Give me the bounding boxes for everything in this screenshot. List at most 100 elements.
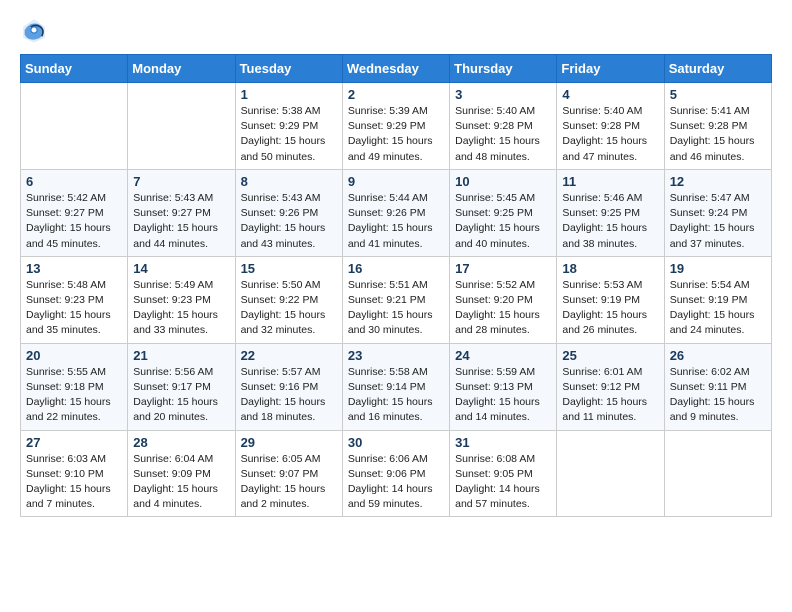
day-info: Sunrise: 6:06 AM Sunset: 9:06 PM Dayligh…	[348, 452, 444, 513]
day-number: 12	[670, 174, 766, 189]
day-number: 22	[241, 348, 337, 363]
calendar-cell: 31 Sunrise: 6:08 AM Sunset: 9:05 PM Dayli…	[450, 430, 557, 517]
day-number: 20	[26, 348, 122, 363]
day-number: 28	[133, 435, 229, 450]
calendar-week-row: 1 Sunrise: 5:38 AM Sunset: 9:29 PM Daylig…	[21, 83, 772, 170]
calendar-cell: 11Sunrise: 5:46 AM Sunset: 9:25 PM Dayli…	[557, 169, 664, 256]
day-number: 18	[562, 261, 658, 276]
calendar-cell: 17 Sunrise: 5:52 AM Sunset: 9:20 PM Dayli…	[450, 256, 557, 343]
calendar-cell: 25 Sunrise: 6:01 AM Sunset: 9:12 PM Dayli…	[557, 343, 664, 430]
calendar-cell: 24 Sunrise: 5:59 AM Sunset: 9:13 PM Dayli…	[450, 343, 557, 430]
calendar-table: SundayMondayTuesdayWednesdayThursdayFrid…	[20, 54, 772, 517]
day-info: Sunrise: 5:40 AM Sunset: 9:28 PM Dayligh…	[455, 104, 551, 165]
day-header-monday: Monday	[128, 55, 235, 83]
day-number: 13	[26, 261, 122, 276]
calendar-cell: 2Sunrise: 5:39 AM Sunset: 9:29 PM Daylig…	[342, 83, 449, 170]
day-number: 31	[455, 435, 551, 450]
day-info: Sunrise: 5:58 AM Sunset: 9:14 PM Dayligh…	[348, 365, 444, 426]
day-info: Sunrise: 5:45 AM Sunset: 9:25 PM Dayligh…	[455, 191, 551, 252]
calendar-cell: 18 Sunrise: 5:53 AM Sunset: 9:19 PM Dayli…	[557, 256, 664, 343]
day-info: Sunrise: 5:51 AM Sunset: 9:21 PM Dayligh…	[348, 278, 444, 339]
calendar-cell: 9 Sunrise: 5:44 AM Sunset: 9:26 PM Daylig…	[342, 169, 449, 256]
day-number: 30	[348, 435, 444, 450]
calendar-cell: 28 Sunrise: 6:04 AM Sunset: 9:09 PM Dayli…	[128, 430, 235, 517]
calendar-cell	[21, 83, 128, 170]
day-number: 1	[241, 87, 337, 102]
day-number: 4	[562, 87, 658, 102]
calendar-cell: 13 Sunrise: 5:48 AM Sunset: 9:23 PM Dayli…	[21, 256, 128, 343]
day-info: Sunrise: 6:01 AM Sunset: 9:12 PM Dayligh…	[562, 365, 658, 426]
calendar-cell: 6Sunrise: 5:42 AM Sunset: 9:27 PM Daylig…	[21, 169, 128, 256]
day-info: Sunrise: 5:52 AM Sunset: 9:20 PM Dayligh…	[455, 278, 551, 339]
calendar-cell: 8 Sunrise: 5:43 AM Sunset: 9:26 PM Daylig…	[235, 169, 342, 256]
calendar-cell: 4 Sunrise: 5:40 AM Sunset: 9:28 PM Daylig…	[557, 83, 664, 170]
day-header-thursday: Thursday	[450, 55, 557, 83]
day-info: Sunrise: 5:48 AM Sunset: 9:23 PM Dayligh…	[26, 278, 122, 339]
day-number: 24	[455, 348, 551, 363]
day-number: 19	[670, 261, 766, 276]
calendar-cell: 12 Sunrise: 5:47 AM Sunset: 9:24 PM Dayli…	[664, 169, 771, 256]
day-number: 21	[133, 348, 229, 363]
day-info: Sunrise: 5:43 AM Sunset: 9:27 PM Dayligh…	[133, 191, 229, 252]
day-header-saturday: Saturday	[664, 55, 771, 83]
day-info: Sunrise: 5:42 AM Sunset: 9:27 PM Dayligh…	[26, 191, 122, 252]
day-info: Sunrise: 5:59 AM Sunset: 9:13 PM Dayligh…	[455, 365, 551, 426]
day-info: Sunrise: 5:57 AM Sunset: 9:16 PM Dayligh…	[241, 365, 337, 426]
day-header-sunday: Sunday	[21, 55, 128, 83]
calendar-cell: 3 Sunrise: 5:40 AM Sunset: 9:28 PM Daylig…	[450, 83, 557, 170]
day-number: 10	[455, 174, 551, 189]
day-info: Sunrise: 5:55 AM Sunset: 9:18 PM Dayligh…	[26, 365, 122, 426]
page: SundayMondayTuesdayWednesdayThursdayFrid…	[0, 0, 792, 612]
day-number: 9	[348, 174, 444, 189]
calendar-cell: 20 Sunrise: 5:55 AM Sunset: 9:18 PM Dayli…	[21, 343, 128, 430]
calendar-header-row: SundayMondayTuesdayWednesdayThursdayFrid…	[21, 55, 772, 83]
day-info: Sunrise: 5:50 AM Sunset: 9:22 PM Dayligh…	[241, 278, 337, 339]
day-header-tuesday: Tuesday	[235, 55, 342, 83]
day-info: Sunrise: 6:05 AM Sunset: 9:07 PM Dayligh…	[241, 452, 337, 513]
calendar-cell: 14Sunrise: 5:49 AM Sunset: 9:23 PM Dayli…	[128, 256, 235, 343]
calendar-week-row: 20 Sunrise: 5:55 AM Sunset: 9:18 PM Dayli…	[21, 343, 772, 430]
calendar-cell: 30 Sunrise: 6:06 AM Sunset: 9:06 PM Dayli…	[342, 430, 449, 517]
day-number: 16	[348, 261, 444, 276]
day-number: 26	[670, 348, 766, 363]
logo	[20, 16, 52, 44]
day-info: Sunrise: 6:08 AM Sunset: 9:05 PM Dayligh…	[455, 452, 551, 513]
day-number: 15	[241, 261, 337, 276]
calendar-week-row: 13 Sunrise: 5:48 AM Sunset: 9:23 PM Dayli…	[21, 256, 772, 343]
day-header-friday: Friday	[557, 55, 664, 83]
day-info: Sunrise: 5:40 AM Sunset: 9:28 PM Dayligh…	[562, 104, 658, 165]
calendar-cell: 19Sunrise: 5:54 AM Sunset: 9:19 PM Dayli…	[664, 256, 771, 343]
day-info: Sunrise: 5:49 AM Sunset: 9:23 PM Dayligh…	[133, 278, 229, 339]
day-info: Sunrise: 5:38 AM Sunset: 9:29 PM Dayligh…	[241, 104, 337, 165]
day-number: 25	[562, 348, 658, 363]
day-number: 7	[133, 174, 229, 189]
day-info: Sunrise: 5:44 AM Sunset: 9:26 PM Dayligh…	[348, 191, 444, 252]
day-number: 3	[455, 87, 551, 102]
day-info: Sunrise: 5:56 AM Sunset: 9:17 PM Dayligh…	[133, 365, 229, 426]
calendar-week-row: 27Sunrise: 6:03 AM Sunset: 9:10 PM Dayli…	[21, 430, 772, 517]
day-info: Sunrise: 5:41 AM Sunset: 9:28 PM Dayligh…	[670, 104, 766, 165]
day-info: Sunrise: 5:53 AM Sunset: 9:19 PM Dayligh…	[562, 278, 658, 339]
day-number: 8	[241, 174, 337, 189]
calendar-cell: 22 Sunrise: 5:57 AM Sunset: 9:16 PM Dayli…	[235, 343, 342, 430]
day-info: Sunrise: 5:47 AM Sunset: 9:24 PM Dayligh…	[670, 191, 766, 252]
calendar-week-row: 6Sunrise: 5:42 AM Sunset: 9:27 PM Daylig…	[21, 169, 772, 256]
calendar-cell: 10 Sunrise: 5:45 AM Sunset: 9:25 PM Dayli…	[450, 169, 557, 256]
day-info: Sunrise: 6:04 AM Sunset: 9:09 PM Dayligh…	[133, 452, 229, 513]
day-info: Sunrise: 5:43 AM Sunset: 9:26 PM Dayligh…	[241, 191, 337, 252]
calendar-cell	[557, 430, 664, 517]
calendar-cell: 1 Sunrise: 5:38 AM Sunset: 9:29 PM Daylig…	[235, 83, 342, 170]
calendar-cell: 21 Sunrise: 5:56 AM Sunset: 9:17 PM Dayli…	[128, 343, 235, 430]
calendar-cell	[128, 83, 235, 170]
calendar-cell: 7 Sunrise: 5:43 AM Sunset: 9:27 PM Daylig…	[128, 169, 235, 256]
header	[20, 16, 772, 44]
calendar-cell: 15 Sunrise: 5:50 AM Sunset: 9:22 PM Dayli…	[235, 256, 342, 343]
day-header-wednesday: Wednesday	[342, 55, 449, 83]
day-number: 17	[455, 261, 551, 276]
logo-icon	[20, 16, 48, 44]
day-number: 2	[348, 87, 444, 102]
day-number: 23	[348, 348, 444, 363]
day-number: 5	[670, 87, 766, 102]
calendar-cell: 27Sunrise: 6:03 AM Sunset: 9:10 PM Dayli…	[21, 430, 128, 517]
day-info: Sunrise: 6:03 AM Sunset: 9:10 PM Dayligh…	[26, 452, 122, 513]
